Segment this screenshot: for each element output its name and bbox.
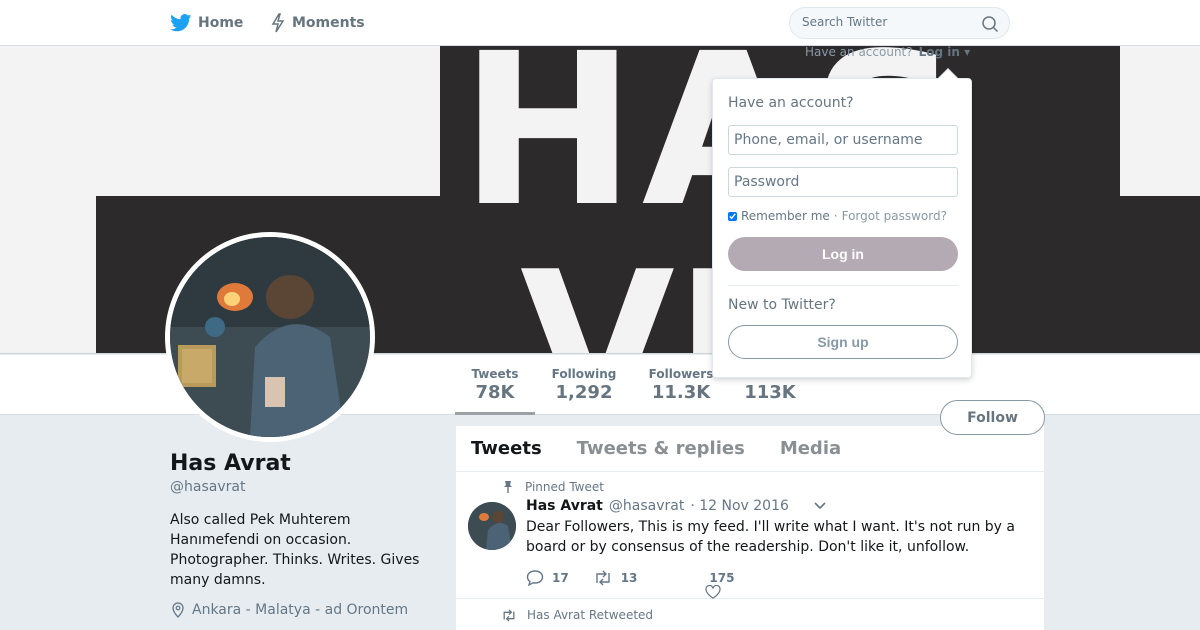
timeline: Tweets Tweets & replies Media Pinned Twe… xyxy=(456,426,1044,630)
pinned-label: Pinned Tweet xyxy=(501,480,604,494)
chevron-down-icon[interactable] xyxy=(813,501,827,511)
stat-label: Following xyxy=(551,367,617,381)
top-navigation-bar: Home Moments xyxy=(0,0,1200,46)
stat-value: 78K xyxy=(475,382,515,403)
stat-label: Followers xyxy=(648,367,714,381)
search-icon[interactable] xyxy=(981,15,999,33)
profile-handle: @hasavrat xyxy=(170,479,246,495)
tab-media[interactable]: Media xyxy=(780,438,841,459)
tweet-author-handle[interactable]: @hasavrat xyxy=(609,498,684,514)
login-toggle-label: Log in xyxy=(918,45,960,59)
stat-label: Tweets xyxy=(471,367,519,381)
retweet-icon xyxy=(503,608,515,622)
retweet-count: 13 xyxy=(620,571,638,585)
tab-tweets[interactable]: Tweets xyxy=(471,438,542,459)
profile-avatar[interactable] xyxy=(165,232,375,442)
location-text: Ankara - Malatya - ad Orontem xyxy=(192,602,409,618)
retweeted-text[interactable]: Has Avrat Retweeted xyxy=(527,608,653,622)
reply-action[interactable]: 17 xyxy=(526,570,569,586)
pinned-tweet[interactable]: Pinned Tweet Has Avrat @hasavrat · 12 No… xyxy=(456,472,1044,599)
like-count: 175 xyxy=(709,571,735,585)
divider xyxy=(728,285,958,286)
tweet-date[interactable]: · 12 Nov 2016 xyxy=(690,498,789,514)
remember-row: Remember me · Forgot password? xyxy=(728,209,947,223)
location-pin-icon xyxy=(172,602,184,618)
stat-following[interactable]: Following 1,292 xyxy=(548,367,620,403)
login-prompt: Have an account? Log in ▾ xyxy=(805,45,970,59)
remember-me-label[interactable]: Remember me xyxy=(741,209,830,223)
tab-tweets-replies[interactable]: Tweets & replies xyxy=(577,438,745,459)
separator-dot: · xyxy=(833,209,838,223)
search-input[interactable] xyxy=(802,15,972,29)
pinned-text: Pinned Tweet xyxy=(525,480,604,494)
stat-value: 113K xyxy=(744,382,796,403)
search-box[interactable] xyxy=(789,7,1010,39)
tweet-actions: 17 13 175 xyxy=(526,570,758,599)
profile-bio: Also called Pek Muhterem Hanımefendi on … xyxy=(170,512,420,588)
stat-value: 1,292 xyxy=(555,382,613,403)
retweeted-label: Has Avrat Retweeted xyxy=(501,608,653,622)
signup-button[interactable]: Sign up xyxy=(728,325,958,359)
retweet-action[interactable]: 13 xyxy=(593,570,638,586)
stat-followers[interactable]: Followers 11.3K xyxy=(644,367,718,403)
username-field[interactable] xyxy=(728,125,958,155)
retweet-icon xyxy=(596,570,610,586)
heart-icon xyxy=(705,585,722,599)
profile-location: Ankara - Malatya - ad Orontem xyxy=(170,602,408,618)
remember-me-checkbox[interactable] xyxy=(728,211,737,221)
tweet-avatar-photo xyxy=(468,502,516,550)
login-dropdown-toggle[interactable]: Log in ▾ xyxy=(919,45,971,59)
tweet-header: Has Avrat @hasavrat · 12 Nov 2016 xyxy=(526,498,827,514)
nav-home-label: Home xyxy=(198,15,244,31)
nav-home[interactable]: Home xyxy=(170,13,243,33)
nav-moments[interactable]: Moments xyxy=(270,13,365,33)
nav-moments-label: Moments xyxy=(292,15,365,31)
login-prompt-text: Have an account? xyxy=(805,45,913,59)
like-action[interactable]: 175 xyxy=(705,571,735,599)
tweet-author-name[interactable]: Has Avrat xyxy=(526,498,603,514)
stat-tweets[interactable]: Tweets 78K xyxy=(455,367,535,415)
password-field[interactable] xyxy=(728,167,958,197)
stat-value: 11.3K xyxy=(651,382,711,403)
tweet-avatar[interactable] xyxy=(468,502,516,550)
reply-icon xyxy=(526,570,544,586)
reply-count: 17 xyxy=(552,571,569,585)
twitter-bird-icon xyxy=(170,14,192,32)
avatar-photo xyxy=(170,237,370,437)
lightning-icon xyxy=(271,13,285,33)
login-button[interactable]: Log in xyxy=(728,237,958,271)
profile-name: Has Avrat xyxy=(170,451,291,476)
new-to-twitter-text: New to Twitter? xyxy=(728,297,836,313)
login-dropdown: Have an account? Remember me · Forgot pa… xyxy=(712,68,972,378)
follow-button[interactable]: Follow xyxy=(940,400,1045,435)
caret-down-icon: ▾ xyxy=(964,45,971,59)
pin-icon xyxy=(504,481,512,493)
tweet-text: Dear Followers, This is my feed. I'll wr… xyxy=(526,519,1015,555)
login-dropdown-title: Have an account? xyxy=(728,95,854,111)
forgot-password-link[interactable]: Forgot password? xyxy=(842,209,947,223)
